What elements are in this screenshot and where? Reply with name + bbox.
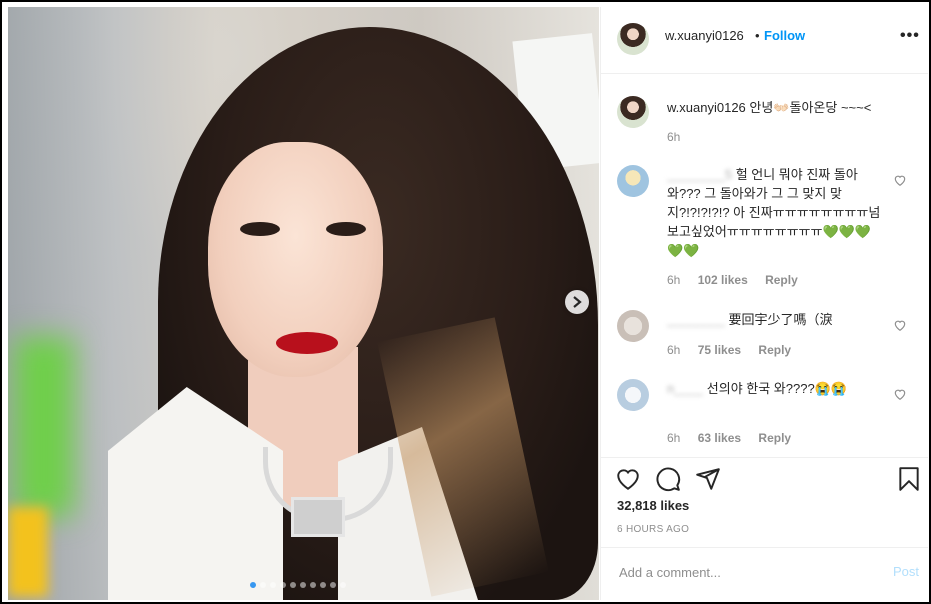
post-timestamp: 6 HOURS AGO [617, 524, 690, 535]
commenter-avatar[interactable] [617, 379, 649, 411]
comments-list[interactable]: w.xuanyi0126 안녕👐🏻돌아온당 ~~~< 6h ________5 … [601, 74, 928, 454]
comment-text: 선의야 한국 와????😭😭 [706, 381, 848, 396]
author-username[interactable]: w.xuanyi0126 [665, 28, 744, 43]
post-header: w.xuanyi0126 • Follow ••• [601, 7, 928, 74]
heart-icon[interactable] [893, 318, 907, 332]
comment-likes[interactable]: 75 likes [698, 343, 741, 357]
bookmark-icon[interactable] [896, 466, 922, 492]
caption-username[interactable]: w.xuanyi0126 [667, 100, 746, 115]
comment-time: 6h [667, 343, 681, 357]
post-photo[interactable] [8, 7, 599, 600]
comment-text: 要回宇少了嗎（淚 [728, 312, 833, 327]
carousel-dot [280, 582, 286, 588]
comment-username[interactable]: n____ [667, 381, 703, 396]
commenter-avatar[interactable] [617, 310, 649, 342]
separator-dot: • [755, 28, 760, 43]
caption-avatar[interactable] [617, 96, 649, 128]
comment-meta: 6h 63 likes Reply [667, 431, 805, 445]
comment-username[interactable]: ________ [667, 312, 725, 327]
comment-time: 6h [667, 431, 681, 445]
carousel-dot [330, 582, 336, 588]
caption-text-block: w.xuanyi0126 안녕👐🏻돌아온당 ~~~< [667, 99, 907, 117]
photo-pendant [291, 497, 345, 537]
commenter-avatar[interactable] [617, 165, 649, 197]
comment-username[interactable]: ________5 [667, 167, 732, 182]
comment-likes[interactable]: 102 likes [698, 273, 748, 287]
carousel-dot [340, 582, 346, 588]
comment-likes[interactable]: 63 likes [698, 431, 741, 445]
action-bar: 32,818 likes 6 HOURS AGO Post [601, 457, 928, 598]
comment-meta: 6h 102 likes Reply [667, 273, 812, 287]
more-options-icon[interactable]: ••• [900, 27, 920, 45]
comment-meta: 6h 75 likes Reply [667, 343, 805, 357]
carousel-dot [290, 582, 296, 588]
post-sidebar: w.xuanyi0126 • Follow ••• w.xuanyi0126 안… [600, 7, 928, 600]
heart-icon[interactable] [893, 387, 907, 401]
carousel-dot [320, 582, 326, 588]
author-avatar[interactable] [617, 23, 649, 55]
photo-lips [276, 332, 338, 354]
carousel-dot [260, 582, 266, 588]
comment-body: ________5 헐 언니 뭐야 진짜 돌아와??? 그 돌아와가 그 그 맞… [667, 165, 885, 260]
chevron-right-icon [573, 296, 582, 308]
heart-icon[interactable] [893, 173, 907, 187]
reply-button[interactable]: Reply [758, 431, 791, 445]
post-frame: w.xuanyi0126 • Follow ••• w.xuanyi0126 안… [0, 0, 931, 604]
add-comment-input[interactable] [617, 561, 861, 583]
post-comment-button[interactable]: Post [893, 564, 919, 579]
carousel-dot [300, 582, 306, 588]
photo-eye-left [240, 222, 280, 236]
caption-time: 6h [667, 130, 681, 144]
like-heart-icon[interactable] [615, 466, 641, 492]
add-comment-bar: Post [601, 547, 928, 598]
carousel-indicator [250, 582, 346, 588]
reply-button[interactable]: Reply [765, 273, 798, 287]
comment-body: n____ 선의야 한국 와????😭😭 [667, 379, 885, 398]
carousel-dot-active [250, 582, 256, 588]
reply-button[interactable]: Reply [758, 343, 791, 357]
photo-yellow-blur [8, 507, 48, 597]
photo-green-blur [14, 337, 74, 517]
likes-count[interactable]: 32,818 likes [617, 498, 689, 513]
next-photo-button[interactable] [565, 290, 589, 314]
follow-button[interactable]: Follow [764, 28, 805, 43]
photo-eye-right [326, 222, 366, 236]
caption-text: 안녕👐🏻돌아온당 ~~~< [749, 100, 872, 115]
share-icon[interactable] [695, 466, 721, 492]
carousel-dot [310, 582, 316, 588]
carousel-dot [270, 582, 276, 588]
comment-time: 6h [667, 273, 681, 287]
comment-body: ________ 要回宇少了嗎（淚 [667, 310, 885, 329]
comment-bubble-icon[interactable] [655, 466, 681, 492]
